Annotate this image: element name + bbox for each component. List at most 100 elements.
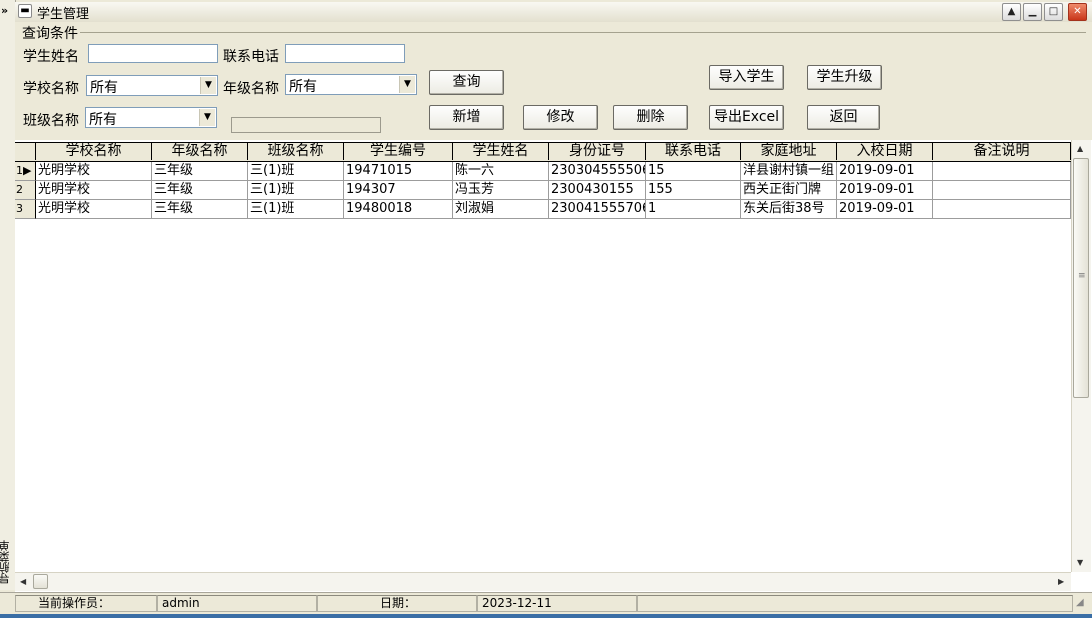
expand-arrows-icon[interactable]: » — [1, 4, 8, 17]
cell-note[interactable] — [933, 162, 1071, 181]
cell-note[interactable] — [933, 200, 1071, 219]
cell-school[interactable]: 光明学校 — [36, 162, 152, 181]
row-header-corner — [15, 142, 36, 160]
cell-school[interactable]: 光明学校 — [36, 181, 152, 200]
grade-select-value: 所有 — [289, 79, 317, 95]
scroll-down-arrow-icon[interactable]: ▼ — [1077, 558, 1083, 567]
vertical-scroll-thumb[interactable]: ≡ — [1073, 158, 1089, 398]
cell-date[interactable]: 2019-09-01 — [837, 181, 933, 200]
column-header[interactable]: 身份证号 — [549, 142, 646, 160]
maximize-button[interactable]: □ — [1044, 3, 1063, 21]
class-select-value: 所有 — [89, 112, 117, 128]
progress-bar — [231, 117, 381, 133]
close-icon: ✕ — [1073, 6, 1082, 17]
phone-input[interactable] — [285, 44, 405, 63]
student-data-grid[interactable]: 学校名称 年级名称 班级名称 学生编号 学生姓名 身份证号 联系电话 家庭地址 … — [15, 140, 1092, 592]
cell-grade[interactable]: 三年级 — [152, 200, 248, 219]
column-header[interactable]: 学校名称 — [36, 142, 152, 160]
horizontal-scroll-thumb[interactable] — [33, 574, 48, 589]
cell-name[interactable]: 陈一六 — [453, 162, 549, 181]
grip-lines-icon: ≡ — [1078, 271, 1086, 281]
add-button[interactable]: 新增 — [429, 105, 504, 130]
class-label: 班级名称 — [23, 113, 79, 129]
column-header[interactable]: 联系电话 — [646, 142, 741, 160]
status-empty-panel — [637, 595, 1073, 612]
scroll-left-arrow-icon[interactable]: ◀ — [20, 577, 26, 586]
school-select[interactable]: 所有 ▼ — [86, 75, 218, 96]
grade-label: 年级名称 — [223, 81, 279, 97]
back-button[interactable]: 返回 — [807, 105, 880, 130]
row-number[interactable]: 2 — [15, 181, 36, 200]
row-number[interactable]: 3 — [15, 200, 36, 219]
column-header[interactable]: 学生姓名 — [453, 142, 549, 160]
phone-label: 联系电话 — [223, 49, 279, 65]
restore-up-button[interactable]: ▲ — [1002, 3, 1021, 21]
column-header[interactable]: 备注说明 — [933, 142, 1071, 160]
row-number[interactable]: 1▶ — [15, 162, 36, 181]
cell-date[interactable]: 2019-09-01 — [837, 200, 933, 219]
query-button[interactable]: 查询 — [429, 70, 504, 95]
grade-select[interactable]: 所有 ▼ — [285, 74, 417, 95]
system-menu-icon[interactable]: ▬ — [18, 4, 32, 18]
delete-button[interactable]: 删除 — [613, 105, 688, 130]
edit-button[interactable]: 修改 — [523, 105, 598, 130]
cell-student-no[interactable]: 19471015 — [344, 162, 453, 181]
current-row-pointer-icon: ▶ — [23, 164, 32, 177]
cell-grade[interactable]: 三年级 — [152, 162, 248, 181]
table-row[interactable]: 3 光明学校 三年级 三(1)班 19480018 刘淑娟 2300415557… — [15, 200, 1071, 219]
column-header[interactable]: 学生编号 — [344, 142, 453, 160]
query-panel: 查询条件 学生姓名 联系电话 学校名称 所有 ▼ 年级名称 所有 ▼ 班级名称 … — [15, 22, 1092, 141]
cell-class[interactable]: 三(1)班 — [248, 162, 344, 181]
cell-phone[interactable]: 1 — [646, 200, 741, 219]
status-bar: 当前操作员： admin 日期： 2023-12-11 ◢ — [0, 592, 1092, 615]
cell-school[interactable]: 光明学校 — [36, 200, 152, 219]
class-select[interactable]: 所有 ▼ — [85, 107, 217, 128]
export-excel-button[interactable]: 导出Excel — [709, 105, 784, 130]
close-button[interactable]: ✕ — [1068, 3, 1087, 21]
operator-value: admin — [157, 595, 317, 612]
operator-label: 当前操作员： — [15, 595, 157, 612]
cell-class[interactable]: 三(1)班 — [248, 181, 344, 200]
cell-phone[interactable]: 155 — [646, 181, 741, 200]
cell-class[interactable]: 三(1)班 — [248, 200, 344, 219]
school-label: 学校名称 — [23, 81, 79, 97]
column-header[interactable]: 班级名称 — [248, 142, 344, 160]
scroll-up-arrow-icon[interactable]: ▲ — [1077, 144, 1083, 153]
column-header[interactable]: 家庭地址 — [741, 142, 837, 160]
minimize-button[interactable]: ▁ — [1023, 3, 1042, 21]
student-upgrade-button[interactable]: 学生升级 — [807, 65, 882, 90]
navigation-side-strip[interactable]: » 导航菜单 — [0, 0, 16, 590]
cell-name[interactable]: 刘淑娟 — [453, 200, 549, 219]
school-select-value: 所有 — [90, 80, 118, 96]
student-name-input[interactable] — [88, 44, 218, 63]
cell-phone[interactable]: 15 — [646, 162, 741, 181]
scroll-right-arrow-icon[interactable]: ▶ — [1058, 577, 1064, 586]
cell-student-no[interactable]: 194307 — [344, 181, 453, 200]
navigation-menu-tab[interactable]: 导航菜单 — [0, 540, 14, 584]
resize-grip-icon[interactable]: ◢ — [1076, 597, 1090, 611]
cell-address[interactable]: 东关后街38号 — [741, 200, 837, 219]
cell-address[interactable]: 西关正街门牌 — [741, 181, 837, 200]
window-title-bar: ▬ 学生管理 ▲ ▁ □ ✕ — [15, 2, 1092, 23]
horizontal-scrollbar[interactable]: ◀ ▶ — [15, 572, 1071, 591]
cell-address[interactable]: 洋县谢村镇一组 — [741, 162, 837, 181]
dropdown-arrow-icon[interactable]: ▼ — [399, 76, 415, 93]
dropdown-arrow-icon[interactable]: ▼ — [199, 109, 215, 126]
cell-id-card[interactable]: 230304555506 — [549, 162, 646, 181]
column-header[interactable]: 入校日期 — [837, 142, 933, 160]
vertical-scrollbar[interactable]: ▲ ≡ ▼ — [1071, 140, 1091, 572]
import-students-button[interactable]: 导入学生 — [709, 65, 784, 90]
cell-date[interactable]: 2019-09-01 — [837, 162, 933, 181]
table-row[interactable]: 2 光明学校 三年级 三(1)班 194307 冯玉芳 2300430155 1… — [15, 181, 1071, 200]
table-row[interactable]: 1▶ 光明学校 三年级 三(1)班 19471015 陈一六 230304555… — [15, 162, 1071, 181]
cell-name[interactable]: 冯玉芳 — [453, 181, 549, 200]
column-header[interactable]: 年级名称 — [152, 142, 248, 160]
cell-id-card[interactable]: 2300430155 — [549, 181, 646, 200]
minimize-icon: ▁ — [1028, 6, 1037, 17]
cell-note[interactable] — [933, 181, 1071, 200]
maximize-icon: □ — [1048, 6, 1059, 17]
cell-id-card[interactable]: 2300415557068 — [549, 200, 646, 219]
cell-student-no[interactable]: 19480018 — [344, 200, 453, 219]
dropdown-arrow-icon[interactable]: ▼ — [200, 77, 216, 94]
cell-grade[interactable]: 三年级 — [152, 181, 248, 200]
